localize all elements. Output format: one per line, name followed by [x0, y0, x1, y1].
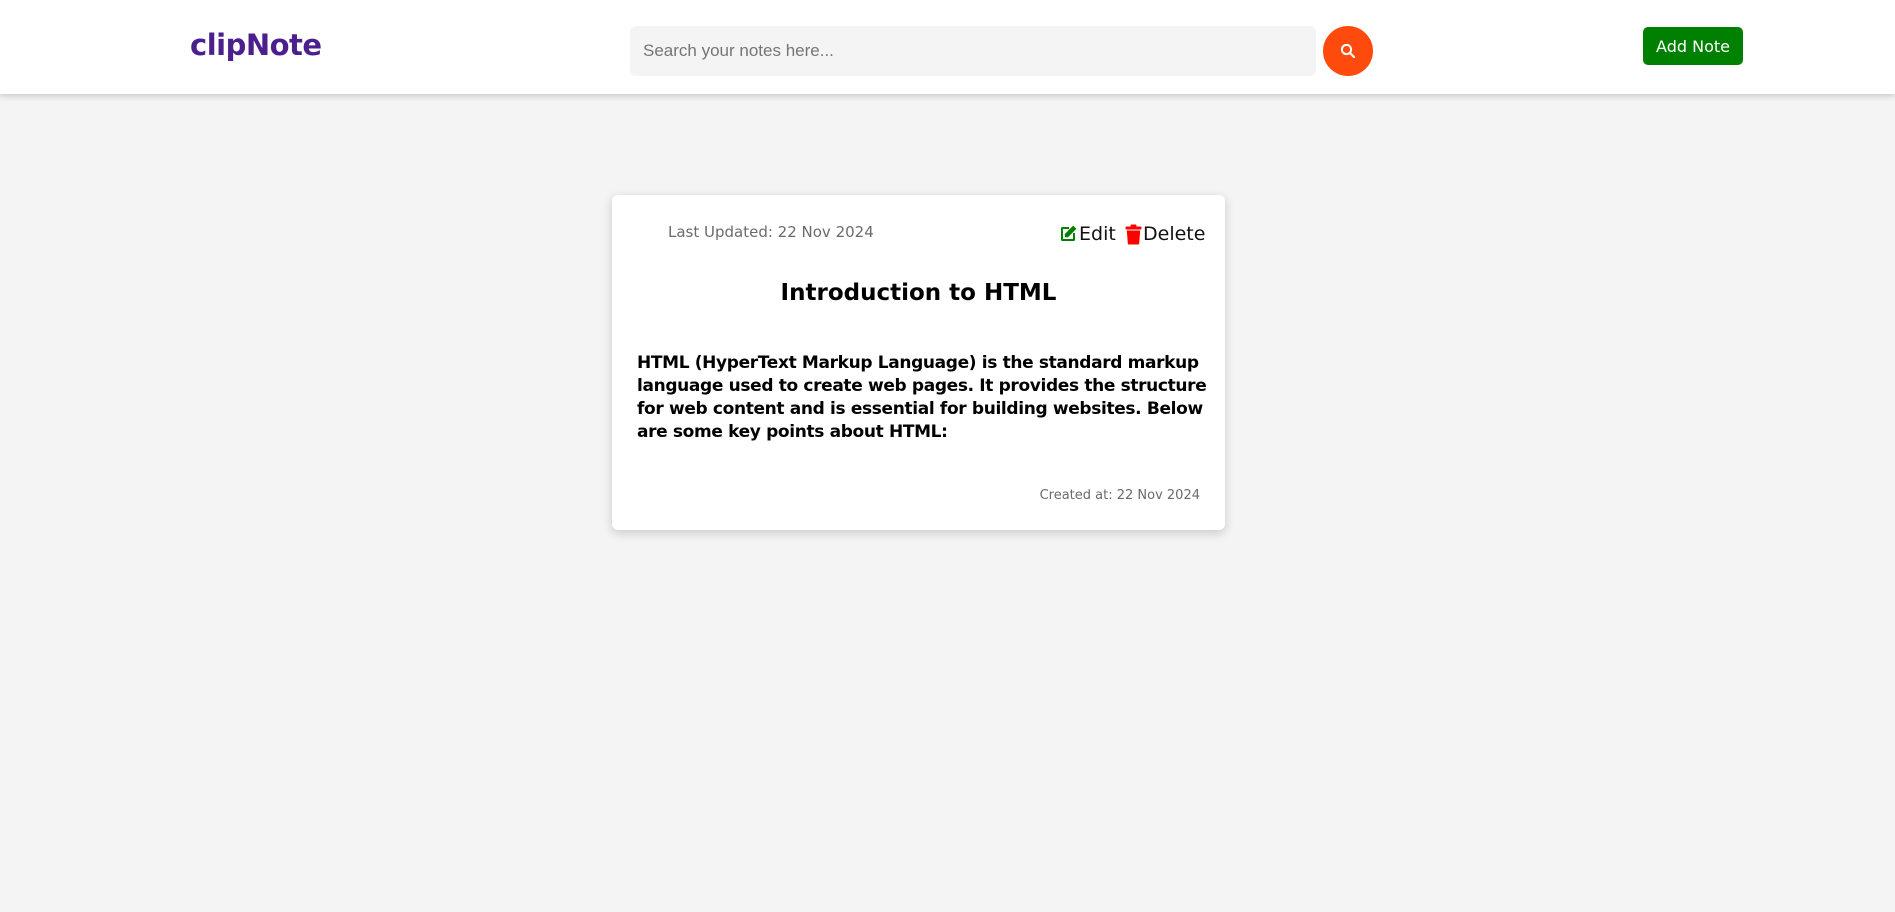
- edit-label: Edit: [1079, 223, 1116, 245]
- delete-button[interactable]: Delete: [1125, 223, 1205, 245]
- trash-icon: [1125, 224, 1142, 245]
- delete-label: Delete: [1143, 223, 1206, 245]
- app-logo[interactable]: clipNote: [190, 28, 322, 62]
- note-title: Introduction to HTML: [780, 280, 1057, 306]
- edit-button[interactable]: Edit: [1058, 223, 1116, 245]
- edit-icon: [1058, 224, 1078, 244]
- created-at-label: Created at: 22 Nov 2024: [1039, 488, 1200, 503]
- note-body: HTML (HyperText Markup Language) is the …: [637, 353, 1207, 442]
- search-button[interactable]: [1323, 26, 1373, 76]
- add-note-button[interactable]: Add Note: [1643, 27, 1743, 65]
- last-updated-label: Last Updated: 22 Nov 2024: [668, 223, 874, 241]
- search-icon: [1340, 43, 1356, 59]
- top-navbar: clipNote Add Note: [0, 0, 1895, 94]
- search-input[interactable]: [630, 26, 1316, 76]
- note-card: Last Updated: 22 Nov 2024 Edit Delete In…: [612, 195, 1225, 530]
